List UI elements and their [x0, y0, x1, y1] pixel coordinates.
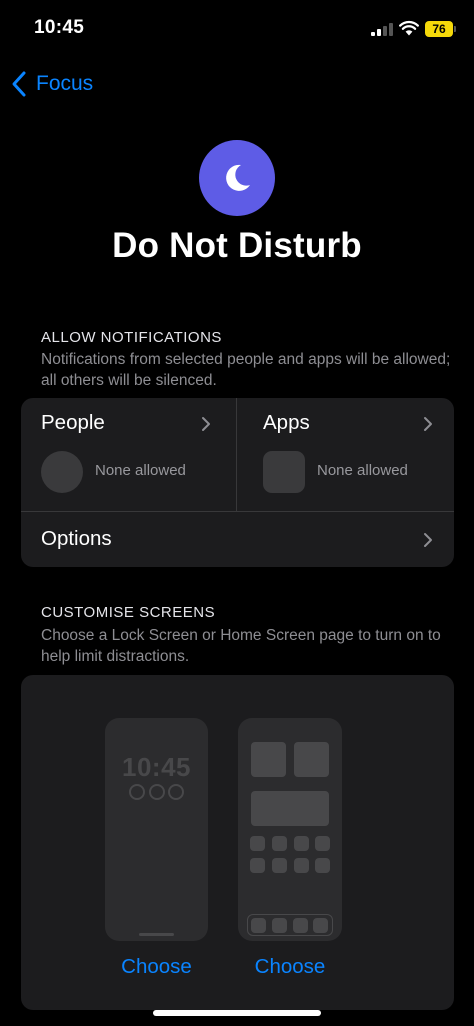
apps-placeholder-icon [263, 451, 305, 493]
lock-screen-preview-time: 10:45 [122, 752, 191, 782]
people-label: People [41, 411, 105, 434]
dock-app-icon [293, 917, 308, 933]
moon-icon [199, 140, 275, 216]
apps-status: None allowed [317, 462, 408, 479]
apps-button[interactable]: Apps None allowed [237, 398, 454, 511]
home-app-icon [315, 836, 330, 851]
allow-notifications-title: ALLOW NOTIFICATIONS [41, 329, 222, 346]
lock-screen-widget [129, 784, 145, 800]
options-button[interactable]: Options [21, 512, 454, 567]
chevron-right-icon [423, 416, 433, 432]
customise-screens-title: CUSTOMISE SCREENS [41, 604, 216, 621]
battery-tip [454, 26, 456, 32]
wifi-icon [399, 20, 419, 36]
page-title: Do Not Disturb [112, 226, 362, 265]
home-indicator[interactable] [153, 1010, 321, 1016]
home-widget-small [294, 742, 329, 777]
people-status: None allowed [95, 462, 186, 479]
home-app-icon [315, 858, 330, 873]
battery-icon: 76 [425, 21, 453, 37]
back-button[interactable]: Focus [10, 68, 93, 100]
people-button[interactable]: People None allowed [21, 398, 236, 511]
back-label: Focus [36, 72, 94, 95]
home-widget-small [251, 742, 286, 777]
lock-screen-widget [149, 784, 165, 800]
home-screen-preview[interactable] [238, 718, 342, 941]
lock-screen-widget [168, 784, 184, 800]
lock-screen-home-bar [139, 933, 174, 936]
home-app-icon [294, 858, 309, 873]
customise-screens-card: 10:45 Choose Choose [21, 675, 454, 1010]
home-dock [247, 914, 333, 936]
dock-app-icon [251, 917, 266, 933]
home-app-icon [272, 858, 287, 873]
allow-notifications-description: Notifications from selected people and a… [41, 351, 451, 389]
choose-home-screen-button[interactable]: Choose [238, 955, 342, 979]
chevron-right-icon [423, 532, 433, 548]
choose-lock-screen-button[interactable]: Choose [105, 955, 208, 979]
people-placeholder-avatar [41, 451, 83, 493]
dock-app-icon [313, 917, 328, 933]
lock-screen-preview[interactable]: 10:45 [105, 718, 208, 941]
status-bar: 10:45 76 [0, 0, 474, 58]
notifications-card: People None allowed Apps None allowed Op… [21, 398, 454, 567]
home-widget-medium [251, 791, 329, 826]
customise-screens-description: Choose a Lock Screen or Home Screen page… [41, 627, 441, 665]
chevron-left-icon [12, 71, 26, 97]
options-label: Options [41, 527, 112, 550]
home-app-icon [272, 836, 287, 851]
cellular-signal-icon [371, 23, 393, 36]
home-app-icon [294, 836, 309, 851]
status-time: 10:45 [34, 17, 85, 38]
dock-app-icon [272, 917, 287, 933]
chevron-right-icon [201, 416, 211, 432]
apps-label: Apps [263, 411, 310, 434]
home-app-icon [250, 858, 265, 873]
home-app-icon [250, 836, 265, 851]
